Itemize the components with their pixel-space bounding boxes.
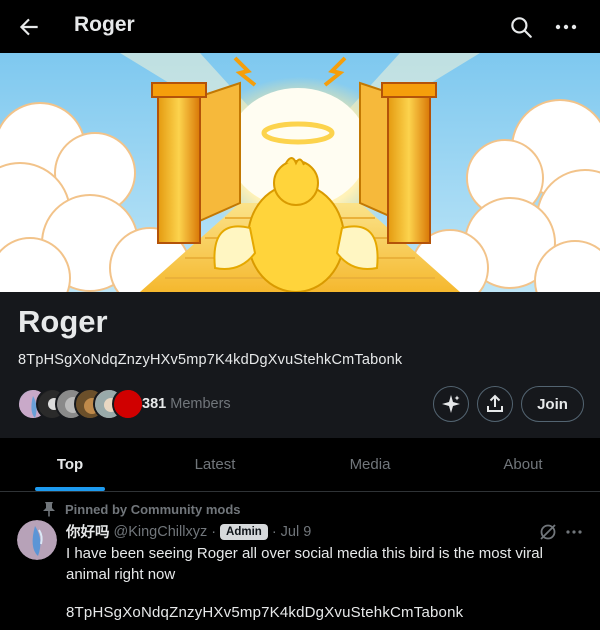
author-name[interactable]: 你好吗	[66, 521, 110, 542]
active-tab-indicator	[35, 487, 105, 491]
separator-dot: ·	[271, 523, 277, 540]
tab-media[interactable]: Media	[300, 438, 440, 491]
pinned-label: Pinned by Community mods	[65, 501, 241, 517]
tab-label: Media	[349, 456, 391, 473]
tab-label: About	[503, 456, 543, 473]
tab-label: Top	[56, 456, 84, 473]
pin-icon	[43, 502, 55, 517]
post-time[interactable]: Jul 9	[281, 524, 312, 540]
author-handle[interactable]: @KingChillxyz	[114, 524, 208, 540]
share-icon	[487, 394, 503, 412]
tab-label: Latest	[194, 456, 236, 473]
post-text: I have been seeing Roger all over social…	[66, 545, 543, 583]
avatar[interactable]	[17, 520, 57, 560]
top-bar: Roger	[0, 0, 600, 53]
tab-about[interactable]: About	[453, 438, 593, 491]
more-horizontal-icon[interactable]	[552, 14, 580, 40]
tab-latest[interactable]: Latest	[145, 438, 285, 491]
more-horizontal-icon[interactable]	[564, 523, 584, 541]
member-avatars[interactable]	[17, 388, 144, 420]
member-count-label: Members	[170, 396, 231, 412]
share-button[interactable]	[477, 386, 513, 422]
community-name: Roger	[18, 304, 108, 339]
pinned-post[interactable]: Pinned by Community mods 你好吗 @KingChillx…	[0, 493, 600, 630]
member-count[interactable]: 381 Members	[142, 396, 231, 412]
pinned-indicator: Pinned by Community mods	[42, 501, 241, 517]
community-tabs: Top Latest Media About	[0, 438, 600, 492]
sparkle-icon	[442, 395, 460, 413]
member-count-value: 381	[142, 396, 167, 412]
arrow-left-icon[interactable]	[16, 14, 42, 40]
join-button[interactable]: Join	[521, 386, 584, 422]
separator-dot: ·	[211, 523, 217, 540]
header-title: Roger	[74, 13, 135, 36]
avatar	[112, 388, 144, 420]
search-icon[interactable]	[508, 14, 534, 40]
community-banner	[0, 53, 600, 292]
community-info: Roger 8TpHSgXoNdqZnzyHXv5mp7K4kdDgXvuSte…	[0, 292, 600, 438]
tab-top[interactable]: Top	[0, 438, 140, 491]
post-contract-address: 8TpHSgXoNdqZnzyHXv5mp7K4kdDgXvuStehkCmTa…	[66, 604, 464, 621]
admin-badge: Admin	[220, 523, 268, 540]
community-description: 8TpHSgXoNdqZnzyHXv5mp7K4kdDgXvuStehkCmTa…	[18, 352, 403, 368]
grok-button[interactable]	[433, 386, 469, 422]
grok-icon[interactable]	[538, 522, 558, 542]
post-header: 你好吗 @KingChillxyz · Admin · Jul 9	[66, 521, 311, 542]
